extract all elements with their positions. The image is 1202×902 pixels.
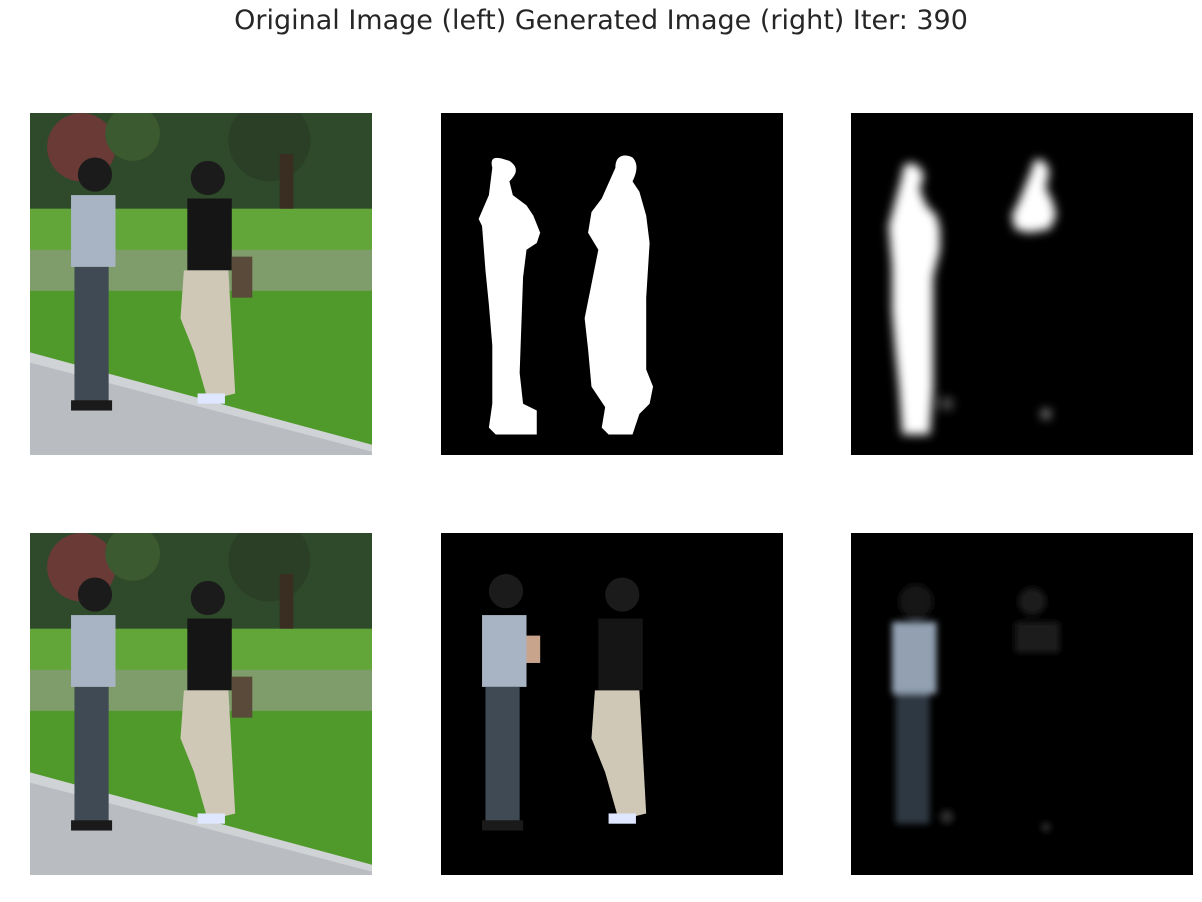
- original-image-panel: [30, 113, 372, 455]
- masked-original-panel: [441, 533, 783, 875]
- generated-masked-image: [851, 533, 1193, 875]
- masked-original: [441, 533, 783, 875]
- generated-image-panel: [851, 533, 1193, 875]
- generated-mask: [851, 113, 1193, 455]
- original-photo: [30, 533, 372, 875]
- generated-mask-panel: [851, 113, 1193, 455]
- mask-panel: [441, 113, 783, 455]
- original-photo: [30, 113, 372, 455]
- figure-title: Original Image (left) Generated Image (r…: [234, 5, 968, 36]
- binary-mask: [441, 113, 783, 455]
- original-image-panel: [30, 533, 372, 875]
